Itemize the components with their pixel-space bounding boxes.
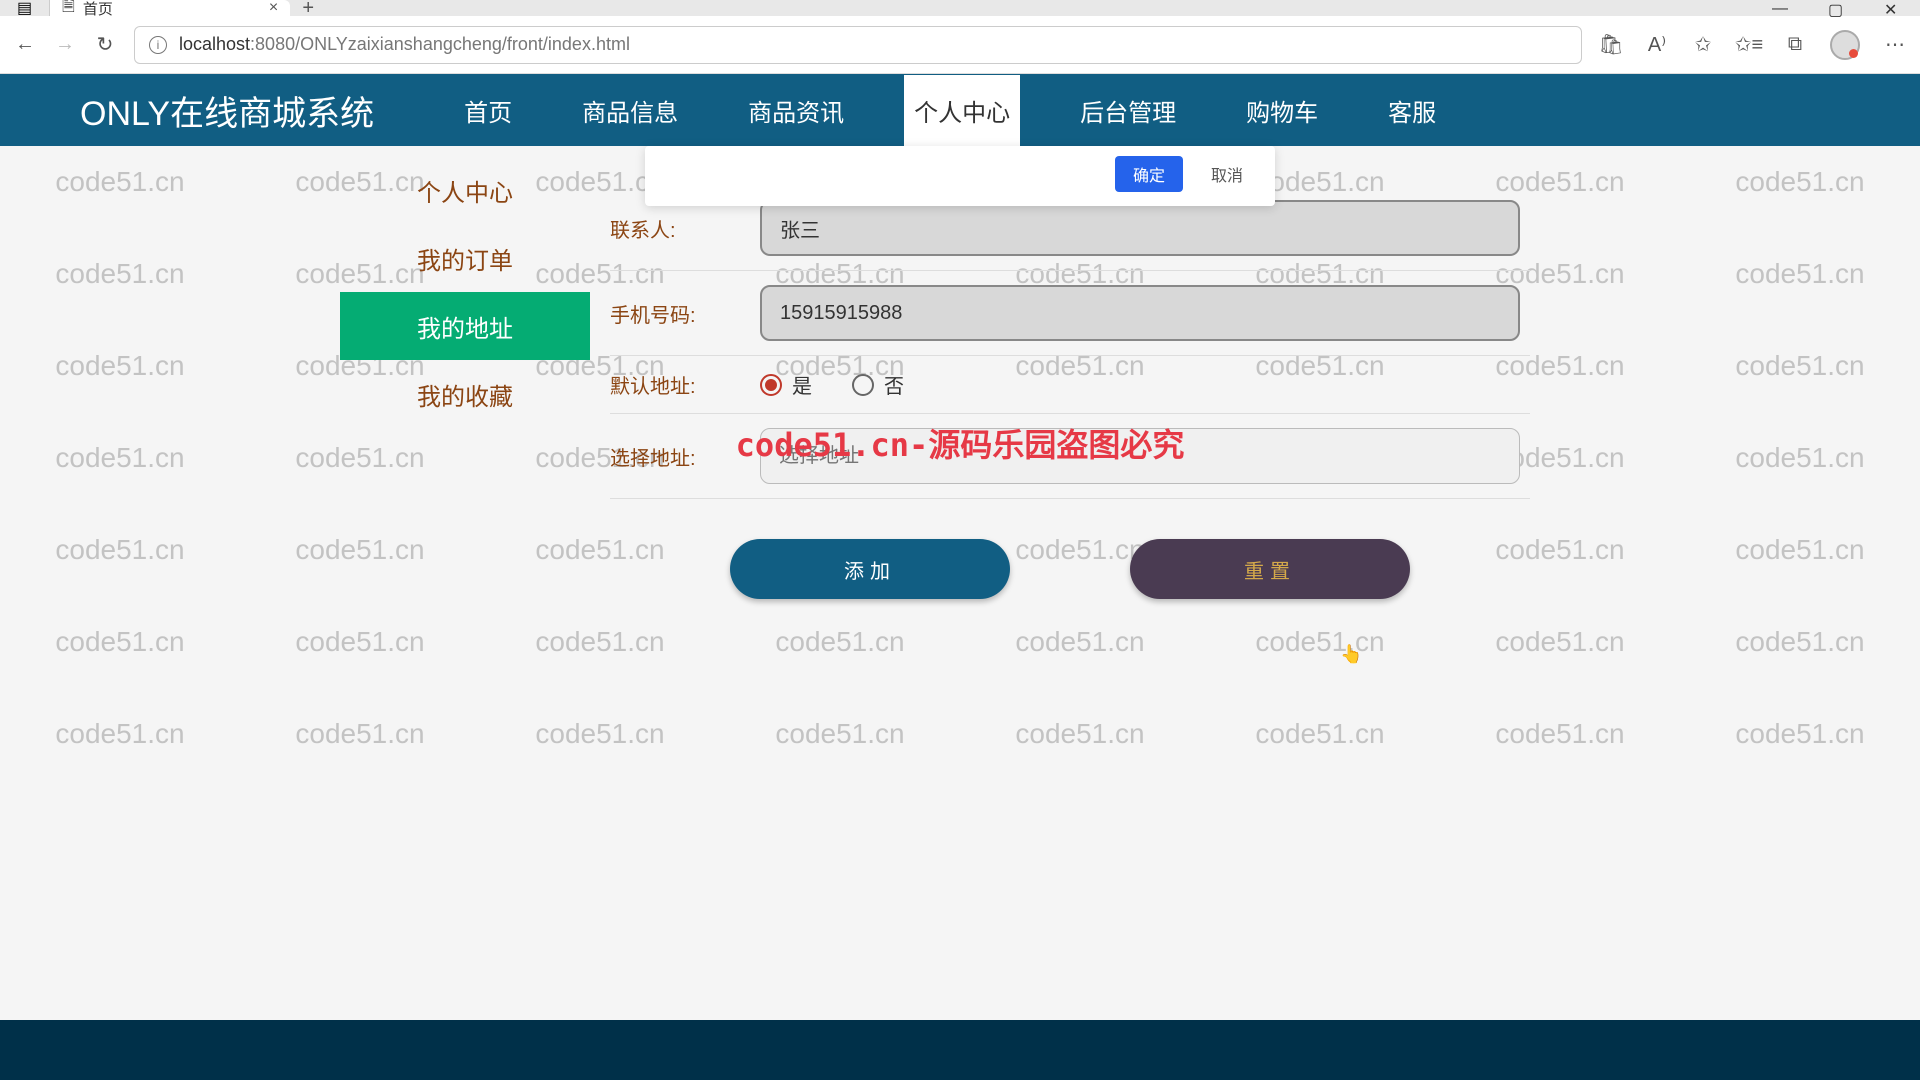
back-button[interactable]: ← [14, 34, 36, 56]
browser-tab-active[interactable]: 🗎 首页 × [50, 0, 290, 16]
nav-admin[interactable]: 后台管理 [1070, 75, 1186, 146]
radio-yes[interactable]: 是 [760, 370, 812, 399]
add-button[interactable]: 添加 [730, 539, 1010, 599]
default-address-label: 默认地址: [610, 370, 730, 399]
profile-avatar[interactable] [1830, 30, 1860, 60]
maximize-icon[interactable]: ▢ [1828, 0, 1844, 16]
radio-yes-circle [760, 374, 782, 396]
contact-label: 联系人: [610, 214, 730, 243]
shopping-icon[interactable]: 🛍 [1600, 34, 1622, 56]
url-input[interactable]: i localhost:8080/ONLYzaixianshangcheng/f… [134, 26, 1582, 64]
nav-service[interactable]: 客服 [1378, 75, 1446, 146]
minimize-icon[interactable]: — [1772, 0, 1788, 16]
favorite-icon[interactable]: ✩ [1692, 34, 1714, 56]
cursor-icon: 👆 [1340, 644, 1362, 665]
address-form: 联系人: 手机号码: 默认地址: 是 否 [610, 186, 1530, 599]
site-logo[interactable]: ONLY在线商城系统 [80, 86, 374, 135]
sidebar-item-personal[interactable]: 个人中心 [340, 156, 590, 224]
new-tab-button[interactable]: + [290, 0, 326, 20]
refresh-button[interactable]: ↻ [94, 34, 116, 56]
main-nav: 首页 商品信息 商品资讯 个人中心 后台管理 购物车 客服 [454, 75, 1446, 146]
select-address-input[interactable] [760, 428, 1520, 484]
nav-home[interactable]: 首页 [454, 75, 522, 146]
phone-input[interactable] [760, 285, 1520, 341]
read-aloud-icon[interactable]: A⁾ [1646, 34, 1668, 56]
tabs-side-button[interactable]: ▤ [0, 0, 50, 16]
phone-label: 手机号码: [610, 299, 730, 328]
radio-no-circle [852, 374, 874, 396]
site-info-icon[interactable]: i [149, 36, 167, 54]
nav-personal-center[interactable]: 个人中心 [904, 75, 1020, 146]
tab-title: 首页 [83, 0, 113, 19]
page-footer [0, 1020, 1920, 1080]
contact-input[interactable] [760, 200, 1520, 256]
sidebar-item-orders[interactable]: 我的订单 [340, 224, 590, 292]
browser-tab-strip: ▤ 🗎 首页 × + — ▢ ✕ [0, 0, 1920, 16]
forward-button[interactable]: → [54, 34, 76, 56]
dialog-confirm-button[interactable]: 确定 [1115, 156, 1183, 192]
close-window-icon[interactable]: ✕ [1884, 0, 1900, 16]
sidebar-item-address[interactable]: 我的地址 [340, 292, 590, 360]
select-address-label: 选择地址: [610, 442, 730, 471]
sidebar-menu: 个人中心 我的订单 我的地址 我的收藏 [340, 156, 590, 428]
radio-yes-label: 是 [792, 370, 812, 399]
menu-icon[interactable]: ⋯ [1884, 34, 1906, 56]
collections-icon[interactable]: ⧉ [1784, 34, 1806, 56]
url-text: localhost:8080/ONLYzaixianshangcheng/fro… [179, 34, 630, 55]
sidebar-item-favorites[interactable]: 我的收藏 [340, 360, 590, 428]
address-bar-row: ← → ↻ i localhost:8080/ONLYzaixianshangc… [0, 16, 1920, 74]
reset-button[interactable]: 重置 [1130, 539, 1410, 599]
page-icon: 🗎 [62, 0, 75, 22]
radio-no[interactable]: 否 [852, 370, 904, 399]
favorites-bar-icon[interactable]: ✩≡ [1738, 34, 1760, 56]
radio-no-label: 否 [884, 370, 904, 399]
nav-cart[interactable]: 购物车 [1236, 75, 1328, 146]
dialog-footer: 确定 取消 [645, 146, 1275, 206]
dialog-cancel-button[interactable]: 取消 [1197, 156, 1257, 192]
nav-product-news[interactable]: 商品资讯 [738, 75, 854, 146]
close-tab-icon[interactable]: × [269, 0, 278, 17]
nav-product-info[interactable]: 商品信息 [572, 75, 688, 146]
site-header: ONLY在线商城系统 首页 商品信息 商品资讯 个人中心 后台管理 购物车 客服 [0, 74, 1920, 146]
